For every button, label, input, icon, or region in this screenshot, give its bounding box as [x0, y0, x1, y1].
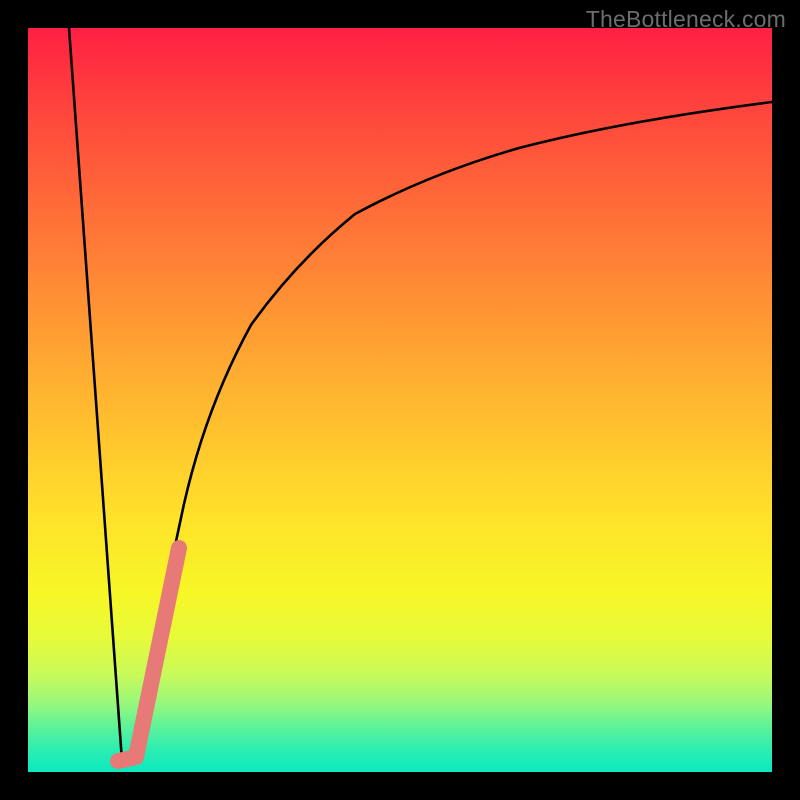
curve-left-leg: [69, 28, 122, 761]
chart-svg: [28, 28, 772, 772]
plot-area: [28, 28, 772, 772]
marker-pink-segment: [118, 548, 179, 761]
chart-frame: TheBottleneck.com: [0, 0, 800, 800]
curve-right: [136, 102, 772, 757]
